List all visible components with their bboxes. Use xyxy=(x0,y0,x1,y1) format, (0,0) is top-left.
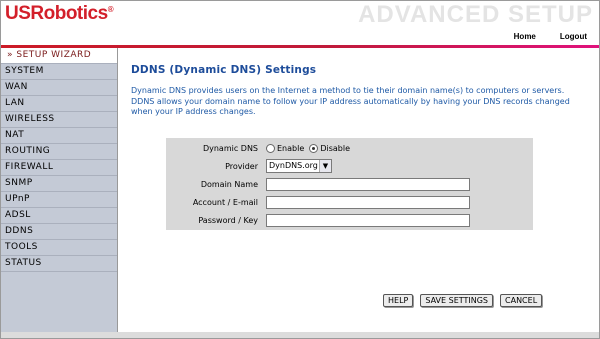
password-label: Password / Key xyxy=(168,212,261,228)
account-cell xyxy=(263,194,531,210)
sidebar-item-routing[interactable]: ROUTING xyxy=(1,144,117,160)
form-row-provider: Provider DynDNS.org ▼ xyxy=(168,158,531,174)
password-key-input[interactable] xyxy=(266,213,470,227)
sidebar-item-tools[interactable]: TOOLS xyxy=(1,240,117,256)
sidebar-item-snmp[interactable]: SNMP xyxy=(1,176,117,192)
provider-selected-value: DynDNS.org xyxy=(269,161,318,170)
sidebar-item-adsl[interactable]: ADSL xyxy=(1,208,117,224)
sidebar-item-system[interactable]: SYSTEM xyxy=(1,64,117,80)
disable-radio-label: Disable xyxy=(320,143,351,153)
top-links: Home Logout xyxy=(502,32,599,45)
sidebar-item-ddns[interactable]: DDNS xyxy=(1,224,117,240)
form-row-password: Password / Key xyxy=(168,212,531,228)
help-button[interactable]: HELP xyxy=(383,294,414,307)
form-row-account: Account / E-mail xyxy=(168,194,531,210)
footer-bar xyxy=(1,332,599,338)
home-link[interactable]: Home xyxy=(502,32,548,45)
cancel-button[interactable]: CANCEL xyxy=(500,294,543,307)
account-label: Account / E-mail xyxy=(168,194,261,210)
page-title: DDNS (Dynamic DNS) Settings xyxy=(131,64,317,76)
dynamic-dns-options: Enable Disable xyxy=(263,140,531,156)
domain-name-cell xyxy=(263,176,531,192)
dynamic-dns-label: Dynamic DNS xyxy=(168,140,261,156)
chevron-down-icon: ▼ xyxy=(319,160,331,172)
sidebar-item-firewall[interactable]: FIREWALL xyxy=(1,160,117,176)
sidebar-item-wireless[interactable]: WIRELESS xyxy=(1,112,117,128)
password-cell xyxy=(263,212,531,228)
provider-label: Provider xyxy=(168,158,261,174)
router-admin-window: USRobotics® ADVANCED SETUP Home Logout »… xyxy=(0,0,600,339)
save-settings-button[interactable]: SAVE SETTINGS xyxy=(420,294,494,307)
usrobotics-logo: USRobotics® xyxy=(5,3,114,25)
domain-name-label: Domain Name xyxy=(168,176,261,192)
form-row-domain-name: Domain Name xyxy=(168,176,531,192)
form-row-dynamic-dns: Dynamic DNS Enable Disable xyxy=(168,140,531,156)
form-buttons: HELP SAVE SETTINGS CANCEL xyxy=(383,294,543,307)
enable-radio[interactable] xyxy=(266,143,275,153)
account-email-input[interactable] xyxy=(266,195,470,209)
enable-radio-label: Enable xyxy=(277,143,305,153)
main-content: DDNS (Dynamic DNS) Settings Dynamic DNS … xyxy=(118,48,599,332)
domain-name-input[interactable] xyxy=(266,177,470,191)
logo-text: USRobotics xyxy=(5,3,108,24)
sidebar-item-setup-wizard[interactable]: » SETUP WIZARD xyxy=(1,48,117,64)
sidebar-item-upnp[interactable]: UPnP xyxy=(1,192,117,208)
page-banner: ADVANCED SETUP xyxy=(358,1,593,28)
sidebar-item-wan[interactable]: WAN xyxy=(1,80,117,96)
sidebar-item-lan[interactable]: LAN xyxy=(1,96,117,112)
provider-select[interactable]: DynDNS.org ▼ xyxy=(266,159,332,173)
page-description: Dynamic DNS provides users on the Intern… xyxy=(131,86,570,116)
disable-radio[interactable] xyxy=(309,143,319,153)
sidebar-item-nat[interactable]: NAT xyxy=(1,128,117,144)
ddns-settings-form: Dynamic DNS Enable Disable Provider DynD… xyxy=(166,138,533,230)
sidebar-item-status[interactable]: STATUS xyxy=(1,256,117,272)
sidebar-nav: » SETUP WIZARD SYSTEM WAN LAN WIRELESS N… xyxy=(1,48,118,332)
logo-registered-mark: ® xyxy=(107,5,114,14)
provider-cell: DynDNS.org ▼ xyxy=(263,158,531,174)
logout-link[interactable]: Logout xyxy=(548,32,599,45)
